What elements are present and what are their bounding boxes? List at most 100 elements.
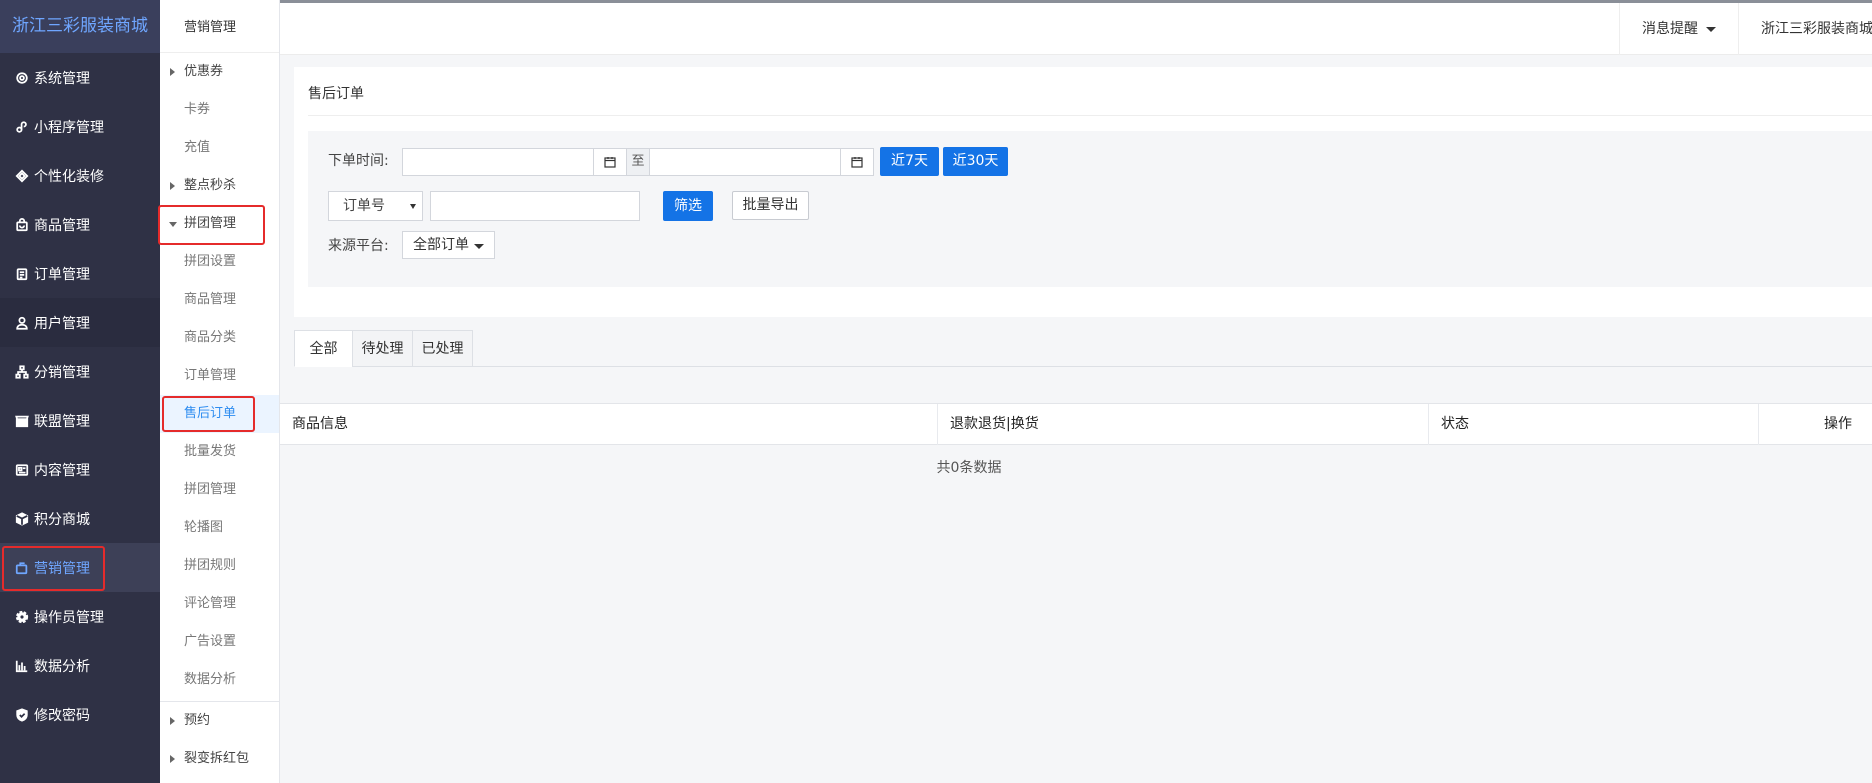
subnav-item-label: 轮播图: [184, 520, 224, 535]
gear-outline-icon: [14, 70, 30, 86]
subnav-item-label: 商品分类: [184, 330, 237, 345]
subnav-item-2[interactable]: 充值: [160, 129, 279, 167]
subnav-bottom-item-0[interactable]: 预约: [160, 702, 279, 740]
search-field-value: 订单号: [343, 198, 385, 214]
subnav-item-7[interactable]: 商品分类: [160, 319, 279, 357]
subnav-item-8[interactable]: 订单管理: [160, 357, 279, 395]
subnav-item-16[interactable]: 数据分析: [160, 661, 279, 699]
subnav-item-12[interactable]: 轮播图: [160, 509, 279, 547]
store-name-label: 浙江三彩服装商城: [1761, 21, 1872, 37]
nav-item-label: 内容管理: [34, 462, 90, 479]
subnav-item-label: 充值: [184, 140, 211, 155]
start-date-input[interactable]: [402, 148, 594, 176]
end-date-calendar-button[interactable]: [840, 148, 874, 176]
table-header: 商品信息 退款退货|换货 状态 操作: [280, 403, 1872, 445]
subnav-item-label: 订单管理: [184, 368, 237, 383]
batch-export-button[interactable]: 批量导出: [732, 191, 809, 220]
highlight-box-aftersale: [162, 396, 255, 432]
bag-icon: [14, 217, 30, 233]
tab-all[interactable]: 全部: [294, 330, 353, 367]
last-30-days-button[interactable]: 近30天: [943, 147, 1008, 176]
nav-item-6[interactable]: 分销管理: [0, 347, 160, 396]
subnav-item-1[interactable]: 卡券: [160, 91, 279, 129]
column-status: 状态: [1428, 404, 1758, 445]
caret-down-icon: [474, 244, 484, 249]
subnav-item-13[interactable]: 拼团规则: [160, 547, 279, 585]
filter-form: 下单时间: 至 近7天 近30天 订单号 筛选 批量导出 来源平台: 全部订单: [308, 131, 1872, 287]
nav-item-0[interactable]: 系统管理: [0, 53, 160, 102]
source-platform-label: 来源平台:: [328, 238, 389, 254]
last-7-days-button[interactable]: 近7天: [880, 147, 939, 176]
source-platform-value: 全部订单: [413, 237, 469, 253]
gear-solid-icon: [14, 609, 30, 625]
nav-item-4[interactable]: 订单管理: [0, 249, 160, 298]
nav-item-label: 订单管理: [34, 266, 90, 283]
aftersale-table: 商品信息 退款退货|换货 状态 操作 共0条数据: [280, 403, 1872, 491]
subnav-item-label: 裂变拆红包: [184, 751, 250, 766]
subnav-item-15[interactable]: 广告设置: [160, 623, 279, 661]
content-icon: [14, 462, 30, 478]
secondary-sidebar: 营销管理 优惠券 卡券 充值 整点秒杀 拼团管理 拼团设置 商品管理 商品分类 订单管理 售后订单…: [158, 0, 280, 783]
empty-text: 共0条数据: [936, 460, 1002, 476]
nav-item-11[interactable]: 操作员管理: [0, 592, 160, 641]
subnav-item-label: 卡券: [184, 102, 211, 117]
subnav-item-label: 数据分析: [184, 672, 237, 687]
subnav-item-label: 拼团设置: [184, 254, 237, 269]
calendar-icon: [851, 157, 863, 168]
page-title: 售后订单: [308, 86, 364, 102]
shield-check-icon: [14, 707, 30, 723]
caret-right-icon: [170, 755, 175, 763]
user-icon: [14, 315, 30, 331]
nav-item-2[interactable]: 个性化装修: [0, 151, 160, 200]
tab-processed[interactable]: 已处理: [412, 330, 473, 367]
highlight-box-group: [158, 205, 265, 245]
cube-icon: [14, 511, 30, 527]
subnav-item-label: 整点秒杀: [184, 178, 237, 193]
nav-item-9[interactable]: 积分商城: [0, 494, 160, 543]
subnav-item-14[interactable]: 评论管理: [160, 585, 279, 623]
subnav-item-label: 拼团规则: [184, 558, 237, 573]
subnav-item-3[interactable]: 整点秒杀: [160, 167, 279, 205]
keyword-input[interactable]: [430, 191, 640, 221]
mini-program-icon: [14, 119, 30, 135]
to-separator: 至: [627, 148, 649, 176]
tab-pending[interactable]: 待处理: [352, 330, 413, 367]
nav-item-label: 分销管理: [34, 364, 90, 381]
brand-title[interactable]: 浙江三彩服装商城: [0, 0, 160, 53]
end-date-input[interactable]: [649, 148, 841, 176]
status-tabs: 全部 待处理 已处理: [294, 330, 1872, 367]
nav-item-12[interactable]: 数据分析: [0, 641, 160, 690]
nav-item-3[interactable]: 商品管理: [0, 200, 160, 249]
bar-chart-icon: [14, 658, 30, 674]
primary-sidebar: 浙江三彩服装商城 系统管理小程序管理个性化装修 商品管理订单管理用户管理分销管理联…: [0, 0, 160, 783]
source-platform-dropdown[interactable]: 全部订单: [402, 231, 495, 259]
nav-item-label: 数据分析: [34, 658, 90, 675]
filter-button[interactable]: 筛选: [663, 191, 713, 221]
subnav-item-label: 预约: [184, 713, 211, 728]
subnav-item-6[interactable]: 商品管理: [160, 281, 279, 319]
caret-right-icon: [170, 68, 175, 76]
calendar-icon: [604, 157, 616, 168]
notifications-label: 消息提醒: [1642, 21, 1698, 37]
nav-item-13[interactable]: 修改密码: [0, 690, 160, 739]
title-divider: [308, 115, 1872, 116]
nav-item-label: 用户管理: [34, 315, 90, 332]
subnav-title: 营销管理: [160, 0, 279, 53]
column-refund-return: 退款退货|换货: [937, 404, 1428, 445]
nav-item-10[interactable]: 营销管理: [0, 543, 160, 592]
store-name[interactable]: 浙江三彩服装商城: [1738, 3, 1872, 55]
decoration-icon: [14, 168, 30, 184]
nav-item-1[interactable]: 小程序管理: [0, 102, 160, 151]
start-date-calendar-button[interactable]: [593, 148, 627, 176]
search-field-select[interactable]: 订单号: [328, 191, 423, 221]
nav-item-5[interactable]: 用户管理: [0, 298, 160, 347]
subnav-item-0[interactable]: 优惠券: [160, 53, 279, 91]
nav-item-label: 修改密码: [34, 707, 90, 724]
nav-item-label: 系统管理: [34, 70, 90, 87]
subnav-bottom-item-1[interactable]: 裂变拆红包: [160, 740, 279, 778]
notifications-dropdown[interactable]: 消息提醒: [1619, 3, 1738, 55]
nav-item-label: 小程序管理: [34, 119, 104, 136]
clipboard-icon: [14, 266, 30, 282]
subnav-item-5[interactable]: 拼团设置: [160, 243, 279, 281]
nav-item-7[interactable]: 联盟管理: [0, 396, 160, 445]
